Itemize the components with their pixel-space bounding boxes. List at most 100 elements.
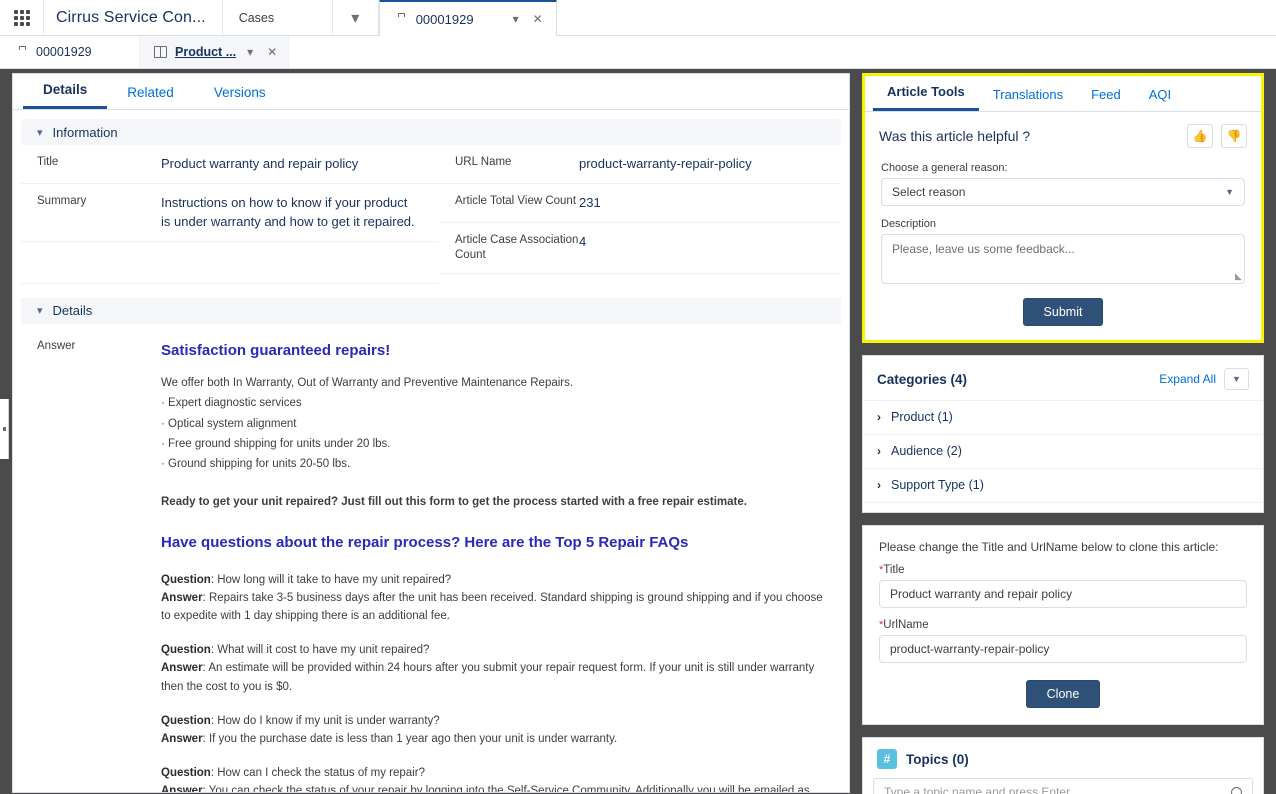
tab-feed[interactable]: Feed <box>1077 81 1135 111</box>
categories-card: Categories (4) Expand All ▼ › Product (1… <box>862 355 1264 513</box>
tab-versions[interactable]: Versions <box>194 79 286 109</box>
faq-item: Question: How do I know if my unit is un… <box>161 714 618 745</box>
app-name[interactable]: Cirrus Service Con... <box>44 0 223 35</box>
topic-search-input[interactable]: Type a topic name and press Enter. <box>873 778 1253 794</box>
clone-button-row: Clone <box>879 674 1247 712</box>
clone-url-value: product-warranty-repair-policy <box>890 642 1050 656</box>
sub-tab-bar: 00001929 Product ... ▾ ✕ <box>0 36 1276 69</box>
tab-aqi[interactable]: AQI <box>1135 81 1185 111</box>
clone-article-card: Please change the Title and UrlName belo… <box>862 525 1264 725</box>
nav-dropdown-button[interactable]: ▾ <box>333 0 379 35</box>
field-value: product-warranty-repair-policy <box>579 156 752 171</box>
sub-tab-label: 00001929 <box>36 45 92 59</box>
information-right-column: URL Name product-warranty-repair-policy … <box>439 145 841 284</box>
faq-question-label: Question <box>161 573 211 586</box>
faq-answer: If you the purchase date is less than 1 … <box>208 732 618 745</box>
chevron-right-icon: › <box>877 410 881 424</box>
faq-question-label: Question <box>161 767 211 780</box>
sub-tab-00001929[interactable]: 00001929 <box>0 36 140 68</box>
description-field-group: Description Please, leave us some feedba… <box>865 206 1261 284</box>
sub-tab-product-article[interactable]: Product ... ▾ ✕ <box>140 36 290 68</box>
categories-menu-button[interactable]: ▼ <box>1224 368 1249 390</box>
side-tabs: Article Tools Translations Feed AQI <box>865 76 1261 112</box>
section-header-information[interactable]: ▾ Information <box>21 119 841 145</box>
topics-title: Topics (0) <box>906 751 969 767</box>
workspace-tab-00001929[interactable]: 00001929 ▾ ✕ <box>378 0 557 36</box>
section-header-details[interactable]: ▾ Details <box>21 297 841 324</box>
chevron-down-icon: ▼ <box>1225 187 1234 197</box>
faq-answer: Repairs take 3-5 business days after the… <box>161 592 823 623</box>
information-fields: Title Product warranty and repair policy… <box>13 145 849 284</box>
faq-answer-label: Answer <box>161 662 203 675</box>
reason-field-group: Choose a general reason: Select reason ▼ <box>865 152 1261 206</box>
sub-tab-label: Product ... <box>175 45 237 59</box>
faq-answer: An estimate will be provided within 24 h… <box>161 662 815 693</box>
category-row-audience[interactable]: › Audience (2) <box>863 434 1263 468</box>
field-value: Product warranty and repair policy <box>161 156 359 171</box>
clone-title-value: Product warranty and repair policy <box>890 587 1073 601</box>
chevron-down-icon: ▾ <box>37 126 43 139</box>
chevron-down-icon: ▾ <box>37 305 43 318</box>
app-launcher-button[interactable] <box>0 0 44 35</box>
reason-select-value: Select reason <box>892 185 966 199</box>
field-spacer <box>21 242 439 284</box>
workspace-tab-menu-chevron-down-icon[interactable]: ▾ <box>510 11 522 27</box>
description-placeholder: Please, leave us some feedback... <box>892 242 1075 256</box>
section-title: Information <box>52 124 118 140</box>
answer-bullet: · Optical system alignment <box>161 417 297 430</box>
field-label: Title <box>37 156 59 168</box>
workspace-tab-close-icon[interactable]: ✕ <box>530 11 546 27</box>
sub-tab-menu-chevron-down-icon[interactable]: ▾ <box>244 44 256 60</box>
field-title: Title Product warranty and repair policy <box>21 145 439 184</box>
topic-input-placeholder: Type a topic name and press Enter. <box>884 785 1073 794</box>
field-label: Summary <box>37 194 87 207</box>
faq-question: How long will it take to have my unit re… <box>217 573 452 586</box>
faq-item: Question: How can I check the status of … <box>161 764 825 792</box>
thumbs-down-icon[interactable]: 👎 <box>1221 124 1247 148</box>
topics-card: # Topics (0) Type a topic name and press… <box>862 737 1264 794</box>
sidebar-collapse-handle[interactable] <box>0 399 9 459</box>
helpful-question: Was this article helpful ? <box>879 128 1031 144</box>
field-label: Article Total View Count <box>455 194 577 207</box>
helpful-question-row: Was this article helpful ? 👍 👎 <box>865 112 1261 152</box>
global-header: Cirrus Service Con... Cases ▾ 00001929 ▾… <box>0 0 1276 36</box>
description-textarea[interactable]: Please, leave us some feedback... ◢ <box>881 234 1245 284</box>
clone-url-input[interactable]: product-warranty-repair-policy <box>879 635 1247 663</box>
app-launcher-icon <box>13 9 30 26</box>
expand-all-link[interactable]: Expand All <box>1159 372 1216 386</box>
category-label: Product (1) <box>891 410 953 424</box>
nav-item-cases[interactable]: Cases <box>223 0 333 35</box>
answer-bullet: · Ground shipping for units 20-50 lbs. <box>161 457 351 470</box>
submit-button[interactable]: Submit <box>1022 298 1104 326</box>
faq-question-label: Question <box>161 644 211 657</box>
app-screen: Cirrus Service Con... Cases ▾ 00001929 ▾… <box>0 0 1276 794</box>
category-row-product[interactable]: › Product (1) <box>863 400 1263 434</box>
answer-label: Answer <box>37 339 76 352</box>
field-value: Instructions on how to know if your prod… <box>161 194 415 229</box>
categories-header: Categories (4) Expand All ▼ <box>863 356 1263 400</box>
tab-article-tools[interactable]: Article Tools <box>873 78 979 111</box>
tab-translations[interactable]: Translations <box>979 81 1077 111</box>
tab-details[interactable]: Details <box>23 76 108 109</box>
answer-heading-1: Satisfaction guaranteed repairs! <box>161 341 391 359</box>
resize-grip-icon[interactable]: ◢ <box>1235 271 1242 282</box>
tab-related[interactable]: Related <box>107 79 194 109</box>
category-label: Support Type (1) <box>891 478 984 492</box>
reason-select[interactable]: Select reason ▼ <box>881 178 1245 206</box>
thumbs-up-icon[interactable]: 👍 <box>1187 124 1213 148</box>
submit-row: Submit <box>865 284 1261 340</box>
reason-label: Choose a general reason: <box>881 162 1008 174</box>
section-title: Details <box>52 303 93 319</box>
clone-button[interactable]: Clone <box>1025 680 1101 708</box>
answer-cta: Ready to get your unit repaired? Just fi… <box>161 496 747 508</box>
clone-title-input[interactable]: Product warranty and repair policy <box>879 580 1247 608</box>
field-label: Article Case Association Count <box>455 233 579 262</box>
answer-field: Answer Satisfaction guaranteed repairs! … <box>13 324 849 792</box>
categories-actions: Expand All ▼ <box>1159 368 1249 390</box>
thumbs-group: 👍 👎 <box>1187 124 1247 148</box>
faq-item: Question: What will it cost to have my u… <box>161 644 815 693</box>
field-value: 4 <box>579 233 587 249</box>
category-row-support-type[interactable]: › Support Type (1) <box>863 468 1263 502</box>
sub-tab-close-icon[interactable]: ✕ <box>264 44 280 60</box>
clone-intro: Please change the Title and UrlName belo… <box>879 540 1219 554</box>
